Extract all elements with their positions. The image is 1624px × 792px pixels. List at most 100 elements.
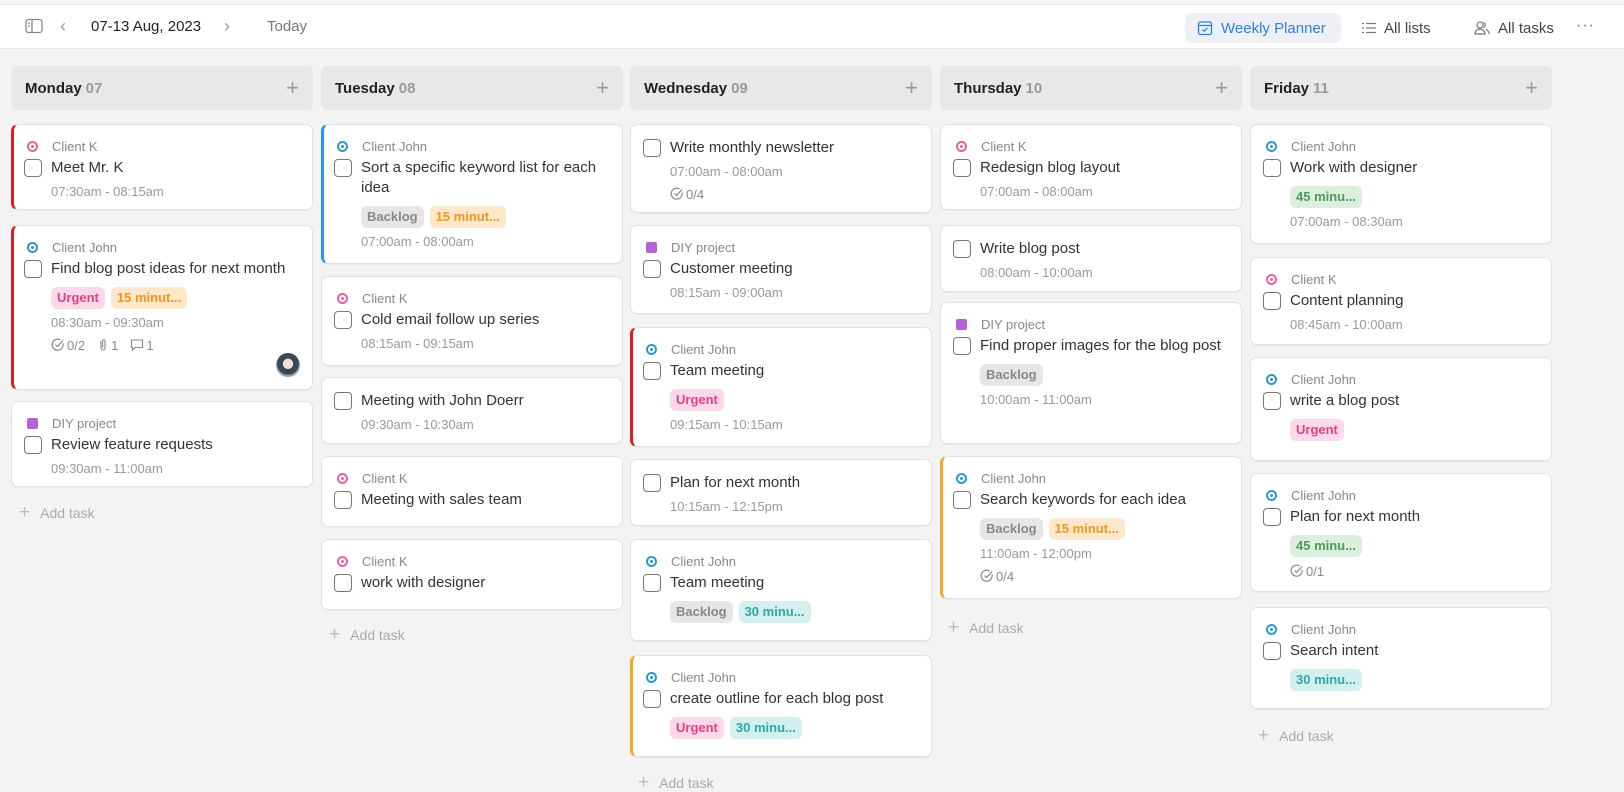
tag-orange[interactable]: 15 minut...: [110, 287, 188, 309]
task-card[interactable]: Client John create outline for each blog …: [630, 655, 932, 757]
task-card[interactable]: DIY project Review feature requests 09:30a…: [11, 401, 313, 487]
task-checkbox[interactable]: [643, 574, 661, 592]
task-card[interactable]: Client K Redesign blog layout 07:00am - 08…: [940, 124, 1242, 210]
task-card[interactable]: Client John Team meeting Urgent 09:15am - 1…: [630, 327, 932, 447]
task-title[interactable]: Team meeting: [670, 361, 764, 381]
task-card[interactable]: Client John Sort a specific keyword list …: [321, 124, 623, 264]
task-card[interactable]: Client John Plan for next month 45 minu...…: [1250, 473, 1552, 592]
tag-backlog[interactable]: Backlog: [980, 518, 1043, 540]
tag-green[interactable]: 45 minu...: [1290, 535, 1362, 557]
add-task-button[interactable]: + Add task: [638, 772, 714, 792]
task-title[interactable]: Plan for next month: [670, 473, 800, 493]
tag-backlog[interactable]: Backlog: [980, 364, 1043, 386]
task-checkbox[interactable]: [953, 491, 971, 509]
task-checkbox[interactable]: [643, 690, 661, 708]
task-card[interactable]: DIY project Find proper images for the bl…: [940, 302, 1242, 444]
task-checkbox[interactable]: [643, 474, 661, 492]
task-title[interactable]: Find blog post ideas for next month: [51, 259, 285, 279]
sidebar-toggle-button[interactable]: [25, 17, 43, 35]
task-checkbox[interactable]: [1263, 159, 1281, 177]
task-checkbox[interactable]: [24, 436, 42, 454]
task-card[interactable]: Client K Meet Mr. K 07:30am - 08:15am: [11, 124, 313, 210]
add-task-plus-button[interactable]: +: [1525, 77, 1538, 99]
add-task-plus-button[interactable]: +: [1215, 77, 1228, 99]
task-title[interactable]: Redesign blog layout: [980, 158, 1120, 178]
task-card[interactable]: Client K work with designer: [321, 539, 623, 610]
add-task-plus-button[interactable]: +: [596, 77, 609, 99]
task-title[interactable]: Write blog post: [980, 239, 1080, 259]
task-checkbox[interactable]: [334, 311, 352, 329]
add-task-button[interactable]: + Add task: [1258, 725, 1334, 747]
task-checkbox[interactable]: [1263, 642, 1281, 660]
task-card[interactable]: Client John Work with designer 45 minu... 0…: [1250, 124, 1552, 244]
task-checkbox[interactable]: [643, 139, 661, 157]
tag-backlog[interactable]: Backlog: [361, 206, 424, 228]
task-title[interactable]: Search intent: [1290, 641, 1378, 661]
task-title[interactable]: Meeting with John Doerr: [361, 391, 524, 411]
tag-teal[interactable]: 30 minu...: [729, 717, 802, 739]
task-card[interactable]: Client John Team meeting Backlog 30 minu...: [630, 539, 932, 641]
assignee-avatar[interactable]: [276, 353, 300, 377]
task-checkbox[interactable]: [1263, 292, 1281, 310]
task-card[interactable]: DIY project Customer meeting 08:15am - 09:…: [630, 225, 932, 314]
tag-teal[interactable]: 30 minu...: [738, 601, 811, 623]
task-checkbox[interactable]: [643, 260, 661, 278]
task-title[interactable]: Work with designer: [1290, 158, 1417, 178]
task-title[interactable]: Find proper images for the blog post: [980, 336, 1221, 356]
task-title[interactable]: Team meeting: [670, 573, 764, 593]
today-button[interactable]: Today: [267, 18, 307, 35]
task-title[interactable]: Sort a specific keyword list for each id…: [361, 158, 608, 198]
task-checkbox[interactable]: [953, 240, 971, 258]
task-card[interactable]: Write monthly newsletter 07:00am - 08:00a…: [630, 124, 932, 213]
all-tasks-tab[interactable]: All tasks: [1462, 13, 1566, 43]
task-checkbox[interactable]: [1263, 508, 1281, 526]
task-title[interactable]: create outline for each blog post: [670, 689, 883, 709]
task-checkbox[interactable]: [334, 574, 352, 592]
tag-backlog[interactable]: Backlog: [670, 601, 733, 623]
task-card[interactable]: Client John Search keywords for each idea…: [940, 456, 1242, 599]
task-card[interactable]: Client K Cold email follow up series 08:15…: [321, 276, 623, 366]
tag-urgent[interactable]: Urgent: [670, 389, 724, 411]
task-card[interactable]: Meeting with John Doerr 09:30am - 10:30am: [321, 377, 623, 444]
tag-urgent[interactable]: Urgent: [1290, 419, 1344, 441]
task-title[interactable]: Write monthly newsletter: [670, 138, 834, 158]
task-checkbox[interactable]: [334, 491, 352, 509]
tag-green[interactable]: 45 minu...: [1290, 186, 1362, 208]
task-title[interactable]: Meeting with sales team: [361, 490, 522, 510]
task-checkbox[interactable]: [953, 159, 971, 177]
task-title[interactable]: Meet Mr. K: [51, 158, 124, 178]
task-card[interactable]: Client John Find blog post ideas for next…: [11, 225, 313, 390]
tag-teal[interactable]: 30 minu...: [1290, 669, 1362, 691]
task-card[interactable]: Client K Content planning 08:45am - 10:00a…: [1250, 257, 1552, 345]
weekly-planner-tab[interactable]: Weekly Planner: [1185, 13, 1341, 43]
all-lists-tab[interactable]: All lists: [1350, 13, 1443, 43]
task-title[interactable]: Review feature requests: [51, 435, 213, 455]
task-checkbox[interactable]: [24, 159, 42, 177]
task-title[interactable]: Search keywords for each idea: [980, 490, 1186, 510]
add-task-button[interactable]: + Add task: [19, 502, 95, 524]
task-checkbox[interactable]: [953, 337, 971, 355]
task-title[interactable]: work with designer: [361, 573, 485, 593]
task-title[interactable]: Cold email follow up series: [361, 310, 539, 330]
tag-urgent[interactable]: Urgent: [51, 287, 105, 309]
next-week-button[interactable]: ›: [224, 15, 238, 37]
add-task-plus-button[interactable]: +: [905, 77, 918, 99]
add-task-plus-button[interactable]: +: [286, 77, 299, 99]
task-card[interactable]: Client John Search intent 30 minu...: [1250, 607, 1552, 709]
task-title[interactable]: Plan for next month: [1290, 507, 1420, 527]
task-card[interactable]: Client K Meeting with sales team: [321, 456, 623, 527]
tag-urgent[interactable]: Urgent: [670, 717, 724, 739]
task-card[interactable]: Write blog post 08:00am - 10:00am: [940, 225, 1242, 292]
task-checkbox[interactable]: [24, 260, 42, 278]
task-title[interactable]: write a blog post: [1290, 391, 1399, 411]
more-options-button[interactable]: ···: [1576, 17, 1595, 35]
task-title[interactable]: Customer meeting: [670, 259, 793, 279]
task-checkbox[interactable]: [1263, 392, 1281, 410]
previous-week-button[interactable]: ‹: [60, 15, 74, 37]
task-checkbox[interactable]: [643, 362, 661, 380]
tag-orange[interactable]: 15 minut...: [1048, 518, 1125, 540]
task-card[interactable]: Plan for next month 10:15am - 12:15pm: [630, 459, 932, 526]
task-checkbox[interactable]: [334, 159, 352, 177]
add-task-button[interactable]: + Add task: [329, 624, 405, 646]
task-checkbox[interactable]: [334, 392, 352, 410]
